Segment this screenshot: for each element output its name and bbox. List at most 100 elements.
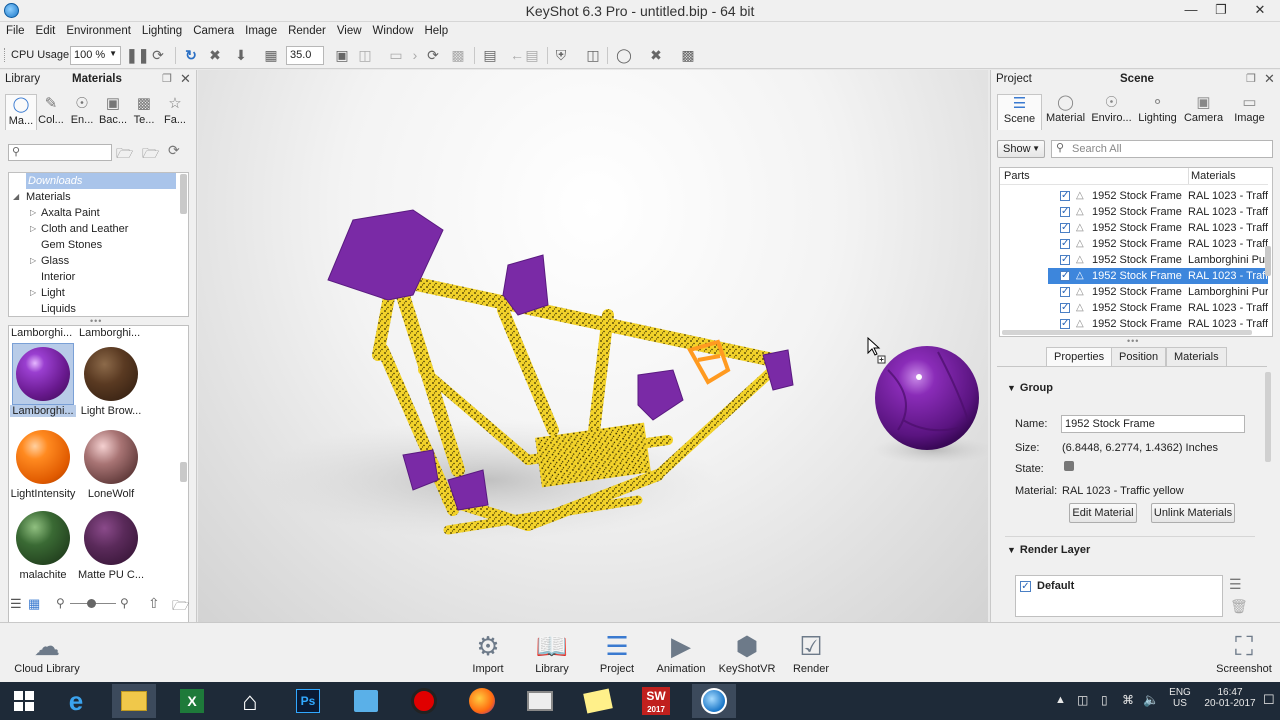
visibility-checkbox[interactable] (1060, 236, 1070, 252)
viewport-icon[interactable]: ▤ (524, 47, 540, 63)
trash-icon[interactable]: 🗑 (1230, 598, 1248, 615)
visibility-checkbox[interactable] (1060, 268, 1070, 284)
menu-render[interactable]: Render (282, 22, 331, 37)
tree-item-downloads[interactable]: Downloads (26, 173, 176, 189)
material-thumb-matte-pu[interactable]: Matte PU C... (78, 507, 144, 581)
tree-item-light[interactable]: ▷ Light (9, 285, 188, 301)
visibility-checkbox[interactable] (1060, 284, 1070, 300)
visibility-checkbox[interactable] (1060, 300, 1070, 316)
import-folder-icon[interactable]: 🗁 (116, 143, 133, 167)
performance-mode-icon[interactable]: ⟳ (150, 47, 166, 63)
list-view-icon[interactable]: ☰ (10, 596, 22, 612)
minimize-button[interactable]: — (1176, 0, 1206, 22)
close-icon[interactable]: ✕ (1264, 71, 1275, 87)
undock-icon[interactable]: ❐ (162, 72, 172, 85)
layer-default-label[interactable]: Default (1037, 580, 1074, 592)
tab-colors[interactable]: ✎ Col... (35, 94, 67, 130)
render-viewport[interactable] (198, 70, 988, 622)
zoom-out-icon[interactable]: ⚲ (56, 596, 65, 610)
taskbar-keyshot[interactable] (692, 684, 736, 718)
name-field[interactable]: 1952 Stock Frame (1061, 415, 1245, 433)
slider-handle[interactable] (87, 599, 96, 608)
edit-material-button[interactable]: Edit Material (1069, 503, 1137, 523)
collapsed-arrow-icon[interactable]: ▷ (30, 253, 36, 269)
rotate-icon[interactable]: ⟳ (425, 47, 441, 63)
table-row[interactable]: △1952 Stock FrameRAL 1023 - Traffic yell… (1000, 188, 1268, 204)
wifi-icon[interactable]: ⌘ (1122, 693, 1134, 707)
cpu-usage-select[interactable]: 100 % ▼ (70, 46, 121, 65)
language-indicator[interactable]: ENG US (1167, 687, 1193, 709)
tree-item-liquids[interactable]: Liquids (9, 301, 188, 316)
tab-materials[interactable]: ◯ Ma... (5, 94, 37, 130)
render-button[interactable]: ☑ Render (778, 629, 844, 675)
menu-image[interactable]: Image (239, 22, 282, 37)
cloud-library-button[interactable]: ☁ Cloud Library (14, 629, 80, 675)
tab-environments[interactable]: ☉ En... (66, 94, 98, 130)
add-layer-icon[interactable]: ☰ (1229, 576, 1242, 593)
taskbar-file-explorer[interactable] (112, 684, 156, 718)
collapsed-arrow-icon[interactable]: ▷ (30, 205, 36, 221)
grid-view-icon[interactable]: ▦ (28, 596, 40, 612)
project-toggle-button[interactable]: ☰ Project (584, 629, 650, 675)
parts-vertical-scrollbar[interactable] (1265, 246, 1271, 276)
pan-icon[interactable]: ▤ (482, 47, 498, 63)
material-thumb-light-brown[interactable]: Light Brow... (78, 343, 144, 417)
volume-icon[interactable]: 🔈 (1143, 692, 1159, 708)
menu-window[interactable]: Window (367, 22, 419, 37)
thumbs-scrollbar[interactable] (180, 462, 187, 482)
taskbar-sticky-notes[interactable] (576, 684, 620, 718)
table-row[interactable]: △1952 Stock FrameRAL 1023 - Traffic yell… (1000, 300, 1268, 316)
tab-image[interactable]: ▭ Image (1227, 94, 1272, 130)
taskbar-internet-explorer[interactable]: e (54, 684, 98, 718)
table-row[interactable]: △1952 Stock FrameRAL 1023 - Traffic yell… (1000, 236, 1268, 252)
tree-item-materials[interactable]: ◢ Materials (9, 189, 188, 205)
pause-icon[interactable]: ❚❚ (126, 47, 149, 63)
import-folder-icon[interactable]: 🗁 (172, 595, 189, 619)
set-down-icon[interactable]: ⬇ (233, 47, 249, 63)
taskbar-excel[interactable]: X (170, 684, 214, 718)
tab-textures[interactable]: ▩ Te... (128, 94, 160, 130)
show-dropdown[interactable]: Show ▼ (997, 140, 1045, 158)
expanded-arrow-icon[interactable]: ◢ (13, 189, 19, 205)
animation-button[interactable]: ▶ Animation (648, 629, 714, 675)
library-toggle-button[interactable]: 📖 Library (519, 629, 585, 675)
upload-icon[interactable]: ⇧ (148, 595, 160, 612)
battery-icon[interactable]: ▯ (1101, 693, 1108, 707)
keyshotvr-button[interactable]: ⬢ KeyShotVR (712, 629, 782, 675)
lock-camera-icon[interactable]: ▩ (450, 47, 466, 63)
fov-input[interactable]: 35.0 (286, 46, 324, 65)
parts-horizontal-scrollbar[interactable] (1002, 330, 1252, 335)
properties-scrollbar[interactable] (1265, 372, 1271, 462)
tree-item-interior[interactable]: Interior (9, 269, 188, 285)
screenshot-button[interactable]: ⛶ Screenshot (1210, 629, 1278, 675)
lock-icon[interactable] (1064, 461, 1074, 471)
tab-lighting[interactable]: ⚬ Lighting (1135, 94, 1180, 130)
tree-scrollbar[interactable] (180, 174, 187, 214)
tree-item-axalta-paint[interactable]: ▷ Axalta Paint (9, 205, 188, 221)
dolly-icon[interactable]: ← (509, 47, 525, 63)
taskbar-solidworks[interactable]: SW 2017 (634, 684, 678, 718)
tab-backplates[interactable]: ▣ Bac... (97, 94, 129, 130)
visibility-checkbox[interactable] (1060, 188, 1070, 204)
collapsed-arrow-icon[interactable]: ▷ (30, 285, 36, 301)
library-search-input[interactable]: ⚲ (8, 144, 112, 161)
material-thumb-lightintensity[interactable]: LightIntensity (10, 426, 76, 500)
visibility-checkbox[interactable] (1060, 316, 1070, 332)
script-console-icon[interactable]: ▩ (680, 47, 696, 63)
refresh-icon[interactable]: ↻ (183, 47, 199, 63)
visibility-checkbox[interactable] (1060, 220, 1070, 236)
menu-camera[interactable]: Camera (187, 22, 239, 37)
menu-help[interactable]: Help (418, 22, 453, 37)
taskbar-recorder[interactable] (402, 684, 446, 718)
center-and-fit-icon[interactable]: ✖ (207, 47, 223, 63)
import-button[interactable]: ⚙ Import (455, 629, 521, 675)
tab-camera[interactable]: ▣ Camera (1181, 94, 1226, 130)
material-thumb-lamborghini[interactable]: Lamborghi... (10, 343, 76, 417)
table-row[interactable]: △1952 Stock FrameRAL 1023 - Traffic yell… (1000, 220, 1268, 236)
notifications-icon[interactable]: ☐ (1263, 692, 1275, 708)
menu-environment[interactable]: Environment (60, 22, 136, 37)
taskbar-home[interactable]: ⌂ (228, 684, 272, 718)
export-folder-icon[interactable]: 🗁 (142, 143, 159, 167)
table-row-selected[interactable]: △1952 Stock FrameRAL 1023 - Traffic yell… (1048, 268, 1268, 284)
scene-search-input[interactable]: ⚲ Search All (1051, 140, 1273, 158)
